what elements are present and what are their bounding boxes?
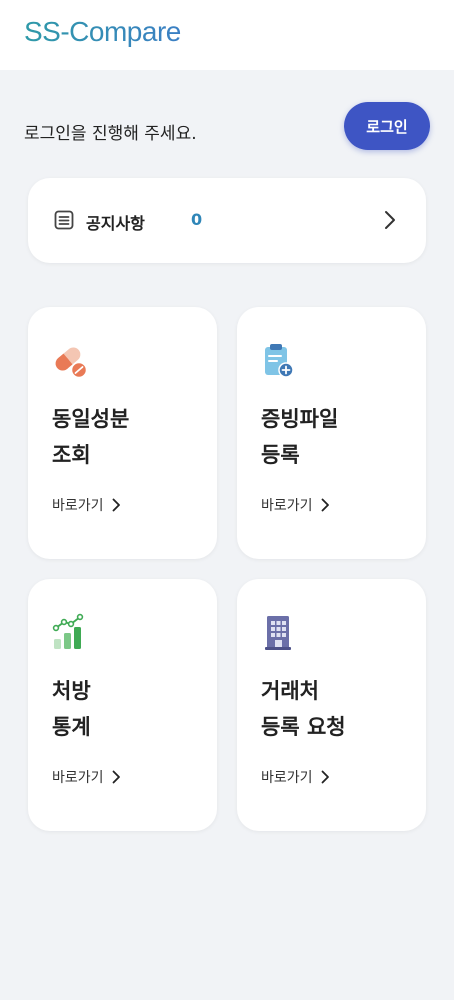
card-evidence-file-register[interactable]: 증빙파일 등록 바로가기	[237, 307, 426, 559]
clipboard-add-icon	[265, 344, 294, 378]
card-title-line2: 등록 요청	[261, 715, 346, 739]
card-prescription-stats[interactable]: 처방 통계 바로가기	[28, 579, 217, 831]
app-header: SS-Compare	[0, 0, 454, 70]
card-title-line2: 조회	[52, 443, 91, 467]
building-icon	[265, 616, 291, 650]
card-title-line1: 동일성분	[52, 407, 130, 431]
notice-label: 공지사항	[86, 214, 145, 233]
card-same-ingredient-search[interactable]: 동일성분 조회 바로가기	[28, 307, 217, 559]
login-prompt-row: 로그인을 진행해 주세요. 로그인	[24, 102, 430, 150]
chevron-right-icon	[112, 498, 120, 512]
chevron-right-icon	[321, 498, 329, 512]
card-link-label: 바로가기	[261, 770, 313, 786]
card-title-line1: 증빙파일	[261, 407, 339, 431]
card-client-registration-request[interactable]: 거래처 등록 요청 바로가기	[237, 579, 426, 831]
card-link-label: 바로가기	[261, 498, 313, 514]
chevron-right-icon	[112, 770, 120, 784]
card-shortcut-link[interactable]: 바로가기	[261, 495, 330, 515]
document-list-icon	[54, 210, 74, 230]
card-title-line1: 처방	[52, 679, 91, 703]
pill-icon	[55, 347, 88, 379]
card-title: 거래처 등록 요청	[261, 673, 411, 745]
card-title-line2: 통계	[52, 715, 91, 739]
card-title-line2: 등록	[261, 443, 300, 467]
login-message: 로그인을 진행해 주세요.	[24, 124, 197, 144]
card-link-label: 바로가기	[52, 498, 104, 514]
card-shortcut-link[interactable]: 바로가기	[52, 767, 121, 787]
card-shortcut-link[interactable]: 바로가기	[261, 767, 330, 787]
card-title-line1: 거래처	[261, 679, 319, 703]
card-shortcut-link[interactable]: 바로가기	[52, 495, 121, 515]
notice-card[interactable]: 공지사항 0	[28, 178, 426, 263]
login-button[interactable]: 로그인	[344, 102, 430, 150]
card-title: 증빙파일 등록	[261, 401, 411, 473]
chevron-right-icon	[385, 211, 395, 229]
notice-count-badge: 0	[191, 210, 203, 229]
bar-chart-icon	[52, 613, 84, 649]
app-logo[interactable]: SS-Compare	[24, 16, 181, 48]
chevron-right-icon	[321, 770, 329, 784]
card-link-label: 바로가기	[52, 770, 104, 786]
card-title: 처방 통계	[52, 673, 202, 745]
card-title: 동일성분 조회	[52, 401, 202, 473]
